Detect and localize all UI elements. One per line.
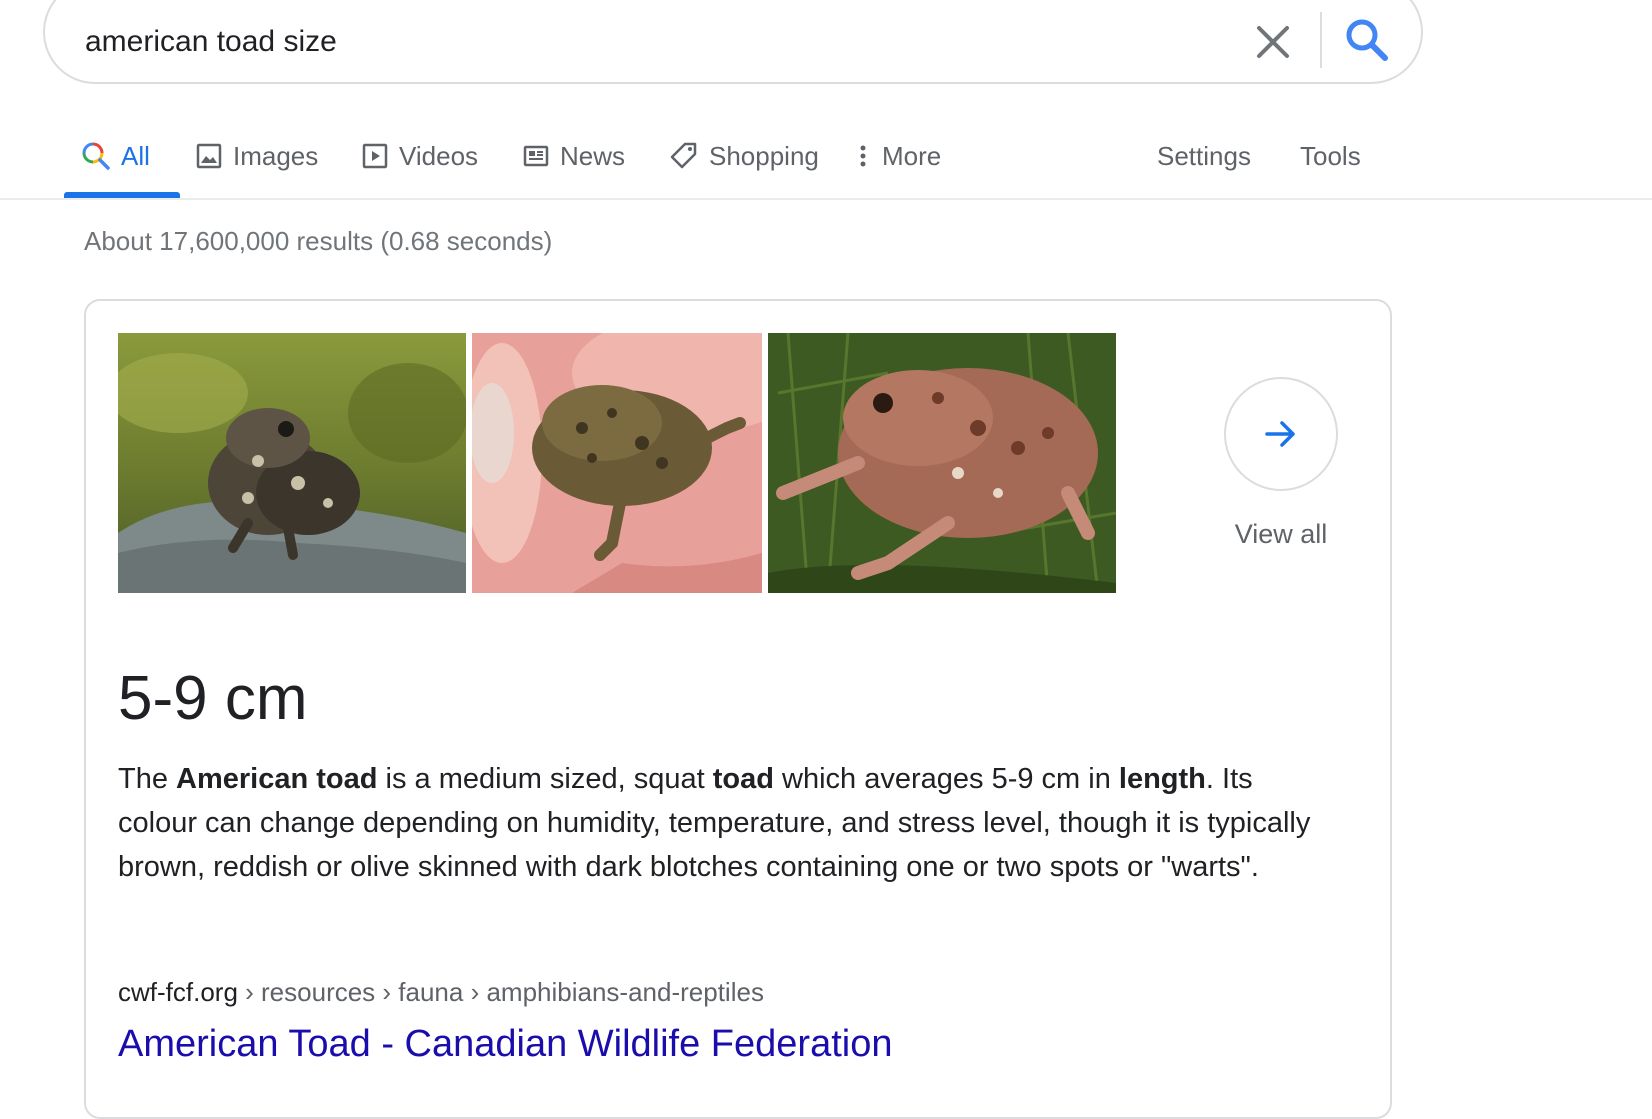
- search-box: [43, 0, 1423, 84]
- snippet-bold: length: [1118, 763, 1206, 795]
- search-input[interactable]: [85, 22, 1135, 62]
- tools-label: Tools: [1300, 140, 1361, 171]
- toad-on-rock-image: [118, 333, 466, 593]
- tab-videos[interactable]: Videos: [361, 134, 478, 178]
- snippet-bold: toad: [712, 763, 774, 795]
- settings-label: Settings: [1157, 140, 1251, 171]
- featured-snippet-card: View all 5-9 cm The American toad is a m…: [84, 299, 1392, 1119]
- tab-label: Images: [233, 140, 319, 171]
- toad-image-2[interactable]: [472, 333, 762, 593]
- result-domain: cwf-fcf.org: [118, 977, 238, 1007]
- image-icon: [196, 143, 222, 169]
- snippet-bold: American toad: [176, 763, 378, 795]
- search-icon: [1346, 19, 1388, 61]
- toad-in-hand-image: [472, 333, 762, 593]
- close-icon: [1257, 26, 1289, 58]
- featured-answer: 5-9 cm: [118, 664, 308, 733]
- tools-link[interactable]: Tools: [1300, 134, 1361, 178]
- tab-news[interactable]: News: [522, 134, 625, 178]
- result-path: › resources › fauna › amphibians-and-rep…: [237, 977, 764, 1007]
- search-button[interactable]: [1341, 14, 1393, 66]
- tab-images[interactable]: Images: [195, 134, 318, 178]
- tab-more[interactable]: More: [854, 134, 941, 178]
- tab-shopping[interactable]: Shopping: [669, 134, 819, 178]
- tab-label: News: [560, 140, 626, 171]
- search-icon: [82, 142, 110, 170]
- news-icon: [523, 145, 549, 167]
- view-all-label[interactable]: View all: [1186, 519, 1376, 550]
- result-title-link[interactable]: American Toad - Canadian Wildlife Federa…: [118, 1023, 892, 1066]
- snippet-text: which averages 5-9 cm in: [773, 763, 1119, 795]
- search-tabs: All Images Videos News Shopping More Set…: [0, 120, 1652, 200]
- arrow-right-icon: [1265, 421, 1295, 447]
- view-all-button[interactable]: [1224, 377, 1338, 491]
- more-vert-icon: [860, 145, 866, 167]
- snippet-text: is a medium sized, squat: [377, 763, 713, 795]
- toad-image-1[interactable]: [118, 333, 466, 593]
- tab-label: More: [882, 140, 942, 171]
- toad-image-3[interactable]: [768, 333, 1116, 593]
- tab-label: All: [121, 140, 150, 171]
- play-icon: [362, 143, 388, 169]
- tab-all[interactable]: All: [81, 134, 150, 178]
- result-url-breadcrumb: cwf-fcf.org › resources › fauna › amphib…: [118, 977, 764, 1008]
- settings-link[interactable]: Settings: [1157, 134, 1251, 178]
- tab-label: Shopping: [709, 140, 819, 171]
- search-divider: [1320, 12, 1322, 68]
- result-stats: About 17,600,000 results (0.68 seconds): [84, 226, 553, 256]
- toad-on-grass-image: [768, 333, 1116, 593]
- tabs-divider: [0, 198, 1652, 200]
- snippet-text: The: [118, 763, 177, 795]
- tab-label: Videos: [399, 140, 479, 171]
- tag-icon: [670, 142, 697, 169]
- featured-snippet-text: The American toad is a medium sized, squ…: [118, 757, 1338, 889]
- clear-search-button[interactable]: [1251, 20, 1295, 64]
